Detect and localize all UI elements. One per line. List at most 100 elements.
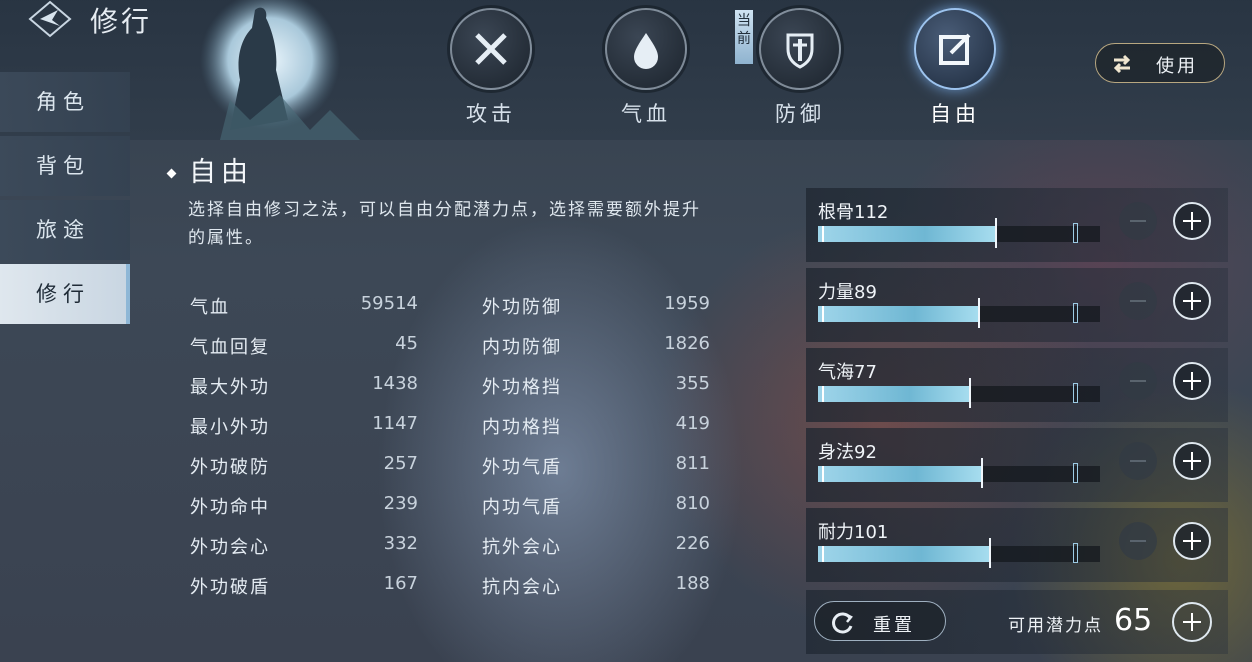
defense-tab-button[interactable] <box>759 8 841 90</box>
attribute-label: 耐力101 <box>818 522 889 543</box>
sidebar-item-character[interactable]: 角色 <box>0 72 130 132</box>
attribute-row-agility: 身法92 <box>806 428 1228 502</box>
stat-name: 最小外功 <box>190 417 270 438</box>
diamond-bullet-icon <box>166 168 177 179</box>
shield-icon <box>786 33 814 69</box>
sidebar-item-bag[interactable]: 背包 <box>0 136 130 196</box>
increase-button[interactable] <box>1173 522 1211 560</box>
add-points-button[interactable] <box>1172 602 1212 642</box>
swap-icon <box>1113 54 1131 74</box>
bar-limit-marker <box>1073 223 1078 243</box>
stat-value: 188 <box>675 573 710 594</box>
decrease-button[interactable] <box>1119 362 1157 400</box>
decrease-button[interactable] <box>1119 522 1157 560</box>
sidebar-item-cultivation[interactable]: 修行 <box>0 264 130 324</box>
attribute-bar <box>818 218 1100 248</box>
stat-row: 外功会心 332 <box>190 533 418 573</box>
stat-value: 59514 <box>360 293 418 314</box>
stat-row: 内功防御 1826 <box>482 333 710 373</box>
blood-drop-icon <box>634 33 658 69</box>
attribute-bar <box>818 378 1100 408</box>
stat-name: 气血 <box>190 297 230 318</box>
stat-value: 810 <box>675 493 710 514</box>
available-points-label: 可用潜力点 <box>1008 616 1103 636</box>
stat-value: 167 <box>383 573 418 594</box>
bar-start-cap <box>822 466 824 482</box>
reset-icon <box>832 612 853 634</box>
bar-start-cap <box>822 546 824 562</box>
tab-vitality[interactable]: 气血 <box>596 8 696 128</box>
stat-value: 1438 <box>372 373 418 394</box>
stat-value: 239 <box>383 493 418 514</box>
vitality-tab-button[interactable] <box>605 8 687 90</box>
stat-name: 外功会心 <box>190 537 270 558</box>
stat-row: 外功防御 1959 <box>482 293 710 333</box>
stat-name: 外功格挡 <box>482 377 562 398</box>
section-title: 自由 <box>166 150 253 189</box>
stat-value: 355 <box>675 373 710 394</box>
tab-free[interactable]: 自由 <box>905 8 1005 128</box>
attribute-label: 根骨112 <box>818 202 889 223</box>
stat-name: 气血回复 <box>190 337 270 358</box>
attribute-panel: 根骨112 力量89 气海77 身法92 耐力101 <box>806 188 1228 588</box>
stat-name: 外功破盾 <box>190 577 270 598</box>
attribute-bar-edge <box>969 378 972 408</box>
stat-value: 1147 <box>372 413 418 434</box>
bar-start-cap <box>822 386 824 402</box>
attribute-bar-edge <box>977 298 980 328</box>
character-portrait <box>160 0 360 140</box>
attribute-row-strength: 力量89 <box>806 268 1228 342</box>
stat-row: 最大外功 1438 <box>190 373 418 413</box>
attack-tab-button[interactable] <box>450 8 532 90</box>
tab-attack-label: 攻击 <box>466 102 516 126</box>
sidebar: 角色 背包 旅途 修行 <box>0 72 134 328</box>
stat-value: 257 <box>383 453 418 474</box>
sidebar-item-journey[interactable]: 旅途 <box>0 200 130 260</box>
crossed-swords-icon <box>475 33 507 65</box>
stat-name: 内功气盾 <box>482 497 562 518</box>
stat-row: 抗内会心 188 <box>482 573 710 613</box>
stat-row: 气血 59514 <box>190 293 418 333</box>
stat-row: 外功气盾 811 <box>482 453 710 493</box>
section-description: 选择自由修习之法，可以自由分配潜力点，选择需要额外提升的属性。 <box>188 200 701 248</box>
stat-value: 332 <box>383 533 418 554</box>
attribute-bar <box>818 458 1100 488</box>
decrease-button[interactable] <box>1119 202 1157 240</box>
attribute-bar-fill <box>818 546 991 562</box>
attribute-bar-fill <box>818 226 996 242</box>
tab-attack[interactable]: 攻击 <box>441 8 541 128</box>
stat-name: 外功破防 <box>190 457 270 478</box>
stat-name: 内功格挡 <box>482 417 562 438</box>
free-tab-button[interactable] <box>914 8 996 90</box>
tab-free-label: 自由 <box>930 102 980 126</box>
bar-limit-marker <box>1073 543 1078 563</box>
stat-row: 外功格挡 355 <box>482 373 710 413</box>
use-button[interactable]: 使用 <box>1095 43 1225 83</box>
tab-vitality-label: 气血 <box>621 102 671 126</box>
stat-name: 最大外功 <box>190 377 270 398</box>
stat-row: 气血回复 45 <box>190 333 418 373</box>
increase-button[interactable] <box>1173 282 1211 320</box>
points-footer: 重置 可用潜力点 65 <box>806 590 1228 654</box>
reset-button[interactable]: 重置 <box>814 601 946 641</box>
stat-value: 1959 <box>664 293 710 314</box>
decrease-button[interactable] <box>1119 442 1157 480</box>
increase-button[interactable] <box>1173 202 1211 240</box>
stat-name: 抗外会心 <box>482 537 562 558</box>
attribute-row-endurance: 耐力101 <box>806 508 1228 582</box>
attribute-bar-fill <box>818 306 979 322</box>
tab-defense[interactable]: 防御 <box>750 8 850 128</box>
decrease-button[interactable] <box>1119 282 1157 320</box>
stat-row: 外功命中 239 <box>190 493 418 533</box>
increase-button[interactable] <box>1173 362 1211 400</box>
reset-button-label: 重置 <box>873 615 915 636</box>
section-title-text: 自由 <box>189 157 253 188</box>
bar-limit-marker <box>1073 463 1078 483</box>
attribute-row-constitution: 根骨112 <box>806 188 1228 262</box>
attribute-label: 力量89 <box>818 282 877 303</box>
attribute-bar <box>818 538 1100 568</box>
stat-row: 抗外会心 226 <box>482 533 710 573</box>
stats-left-column: 气血 59514 气血回复 45 最大外功 1438 最小外功 1147 外功破防 257… <box>190 293 418 613</box>
increase-button[interactable] <box>1173 442 1211 480</box>
stat-row: 最小外功 1147 <box>190 413 418 453</box>
